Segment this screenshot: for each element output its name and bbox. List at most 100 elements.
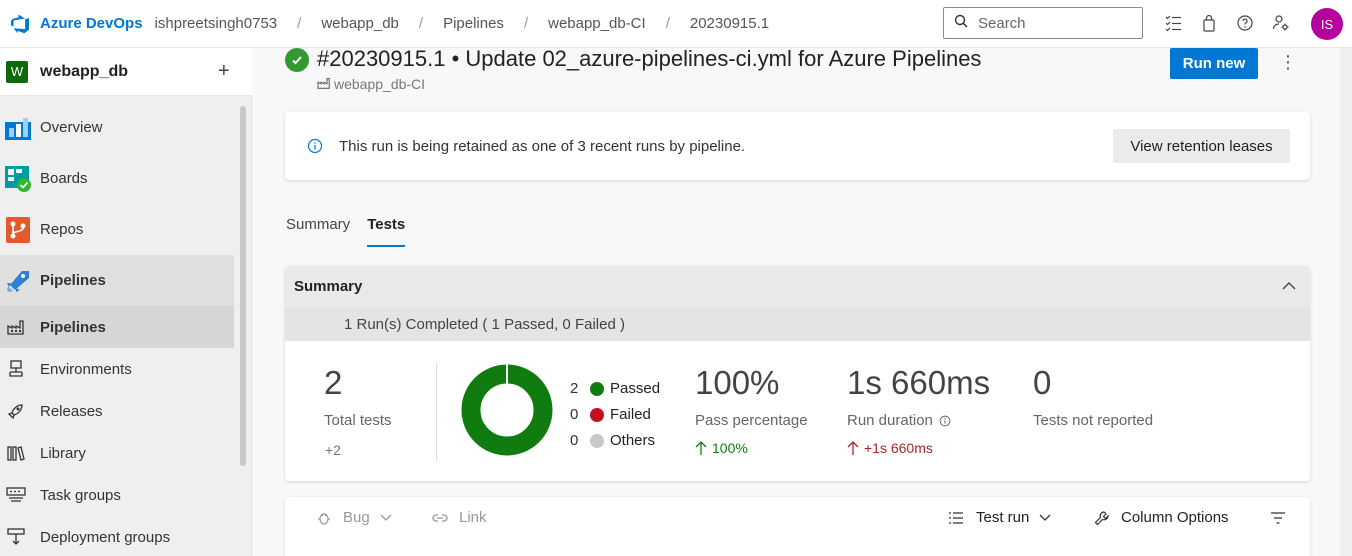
run-duration-label-wrap: Run duration [847,412,951,429]
breadcrumb-organization[interactable]: ishpreetsingh0753 [155,15,278,32]
column-options-button[interactable]: Column Options [1094,509,1229,526]
azure-devops-logo-icon[interactable] [10,14,30,34]
overview-icon [4,114,32,142]
breadcrumb-project[interactable]: webapp_db [321,15,399,32]
pipeline-factory-icon [317,76,331,92]
pipelines-icon [4,267,32,295]
project-badge: W [6,60,28,83]
not-reported-value: 0 [1033,364,1052,401]
legend-failed: 0 Failed [570,406,651,423]
sidebar-item-boards[interactable]: Boards [0,153,234,204]
sidebar-item-pipelines-sub[interactable]: Pipelines [0,306,234,348]
passed-dot-icon [590,381,604,396]
sidebar-item-releases[interactable]: Releases [0,390,234,432]
brand-name[interactable]: Azure DevOps [40,15,143,32]
test-results-toolbar: Bug Link Test run Column Options [285,497,1310,556]
bug-button[interactable]: Bug [316,509,392,526]
sidebar-item-library[interactable]: Library [0,432,234,474]
task-groups-icon [4,483,28,507]
repos-icon [4,216,32,244]
more-options-icon[interactable]: ⋮ [1279,52,1297,73]
add-icon[interactable]: + [218,60,230,83]
shopping-bag-icon[interactable] [1198,12,1220,34]
test-summary-panel: Summary 1 Run(s) Completed ( 1 Passed, 0… [285,266,1310,481]
tab-summary[interactable]: Summary [286,216,350,247]
link-button[interactable]: Link [432,509,487,526]
list-icon [949,511,963,524]
breadcrumb-run[interactable]: 20230915.1 [690,15,769,32]
environments-icon [4,357,28,381]
search-placeholder: Search [978,14,1026,32]
deployment-groups-icon [4,525,28,549]
pipeline-link[interactable]: webapp_db-CI [317,76,425,92]
pass-percentage-delta-text: 100% [712,440,748,456]
total-tests-value: 2 [324,364,343,401]
search-icon [954,14,968,32]
breadcrumb-pipelines[interactable]: Pipelines [443,15,504,32]
retention-banner: This run is being retained as one of 3 r… [285,112,1310,180]
search-input[interactable]: Search [943,7,1143,39]
breadcrumb-pipeline[interactable]: webapp_db-CI [548,15,646,32]
total-tests-delta: +2 [325,442,341,458]
test-run-dropdown[interactable]: Test run [948,509,1051,526]
sidebar: W webapp_db + Overview Boards Repos Pipe… [0,48,252,556]
not-reported-label: Tests not reported [1033,412,1154,429]
project-name: webapp_db [40,62,129,80]
top-bar: Azure DevOps ishpreetsingh0753 / webapp_… [0,0,1352,48]
sidebar-item-label: Library [40,444,86,462]
retention-message: This run is being retained as one of 3 r… [339,138,746,155]
legend-label: Others [610,432,656,449]
view-retention-leases-button[interactable]: View retention leases [1113,129,1290,163]
chevron-down-icon [1039,514,1051,521]
donut-passed-segment [461,364,553,456]
run-duration-value: 1s 660ms [847,364,991,401]
chevron-up-icon[interactable] [1282,278,1296,295]
legend-count: 2 [570,380,579,397]
sidebar-item-deployment-groups[interactable]: Deployment groups [0,516,234,556]
breadcrumb-separator: / [297,15,302,32]
wrench-icon [1094,510,1109,525]
sidebar-item-task-groups[interactable]: Task groups [0,474,234,516]
arrow-up-icon [695,441,707,455]
filter-icon[interactable] [1270,511,1286,525]
failed-dot-icon [590,407,604,422]
info-icon [939,415,951,426]
run-tabs: Summary Tests [286,216,406,247]
sidebar-item-environments[interactable]: Environments [0,348,234,390]
breadcrumb-separator: / [418,15,424,32]
pipeline-factory-icon [4,315,28,339]
sidebar-item-label: Pipelines [40,272,106,289]
library-icon [4,441,28,465]
main-scrollbar[interactable] [1340,48,1352,556]
bug-label: Bug [343,509,370,526]
sidebar-item-repos[interactable]: Repos [0,204,234,255]
summary-title: Summary [294,278,363,295]
tab-tests[interactable]: Tests [367,216,406,247]
help-icon[interactable] [1234,12,1256,34]
run-duration-label: Run duration [847,412,933,429]
link-icon [432,513,448,522]
avatar[interactable]: IS [1311,8,1343,40]
total-tests-label: Total tests [324,412,392,429]
divider [436,362,437,462]
legend-label: Passed [610,380,661,397]
task-list-icon[interactable] [1162,12,1184,34]
summary-header[interactable]: Summary [285,266,1310,307]
pass-percentage-value: 100% [695,364,780,401]
sidebar-item-label: Environments [40,360,132,378]
project-header[interactable]: W webapp_db [0,48,252,96]
success-check-icon [285,48,309,72]
pass-percentage-label: Pass percentage [695,412,808,429]
chevron-down-icon [380,514,392,521]
legend-label: Failed [610,406,651,423]
breadcrumb-separator: / [665,15,670,32]
run-duration-delta-text: +1s 660ms [864,440,933,456]
sidebar-item-overview[interactable]: Overview [0,102,234,153]
sidebar-item-label: Pipelines [40,318,106,336]
run-new-button[interactable]: Run new [1170,48,1258,79]
sidebar-item-pipelines[interactable]: Pipelines [0,255,234,306]
others-dot-icon [590,433,604,448]
user-settings-icon[interactable] [1270,12,1292,34]
sidebar-scrollbar[interactable] [240,106,246,466]
column-options-label: Column Options [1121,509,1229,526]
